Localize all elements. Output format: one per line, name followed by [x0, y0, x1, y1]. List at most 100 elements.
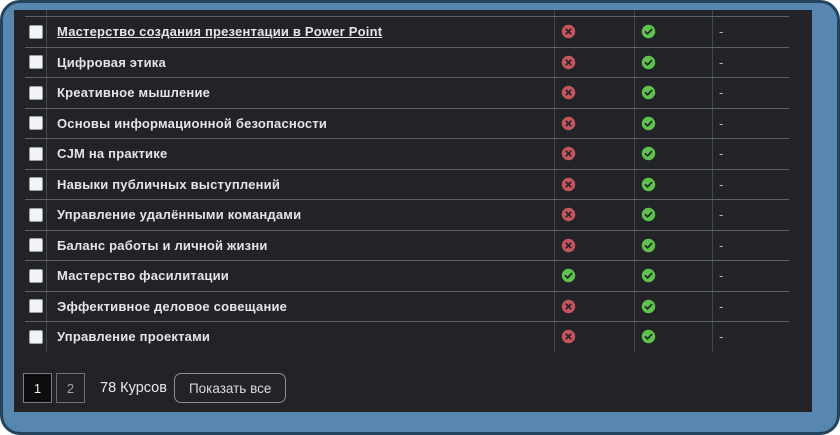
- table-row: Мастерство фасилитации -: [25, 260, 789, 291]
- course-title[interactable]: Баланс работы и личной жизни: [57, 238, 268, 253]
- course-title[interactable]: Мастерство фасилитации: [57, 268, 229, 283]
- cross-circle-icon: [561, 85, 576, 100]
- table-row: Цифровая этика -: [25, 47, 789, 78]
- course-name-cell: Мастерство создания презентации в Power …: [47, 17, 555, 47]
- check-circle-icon: [641, 268, 656, 283]
- status-cell-2: [635, 109, 713, 139]
- status-cell-2: [635, 139, 713, 169]
- check-circle-icon: [641, 146, 656, 161]
- status-cell-1: [555, 200, 635, 230]
- extra-cell: -: [713, 170, 789, 200]
- course-name-cell: CJM на практике: [47, 139, 555, 169]
- course-name-cell: [47, 10, 555, 16]
- checkbox-cell: [25, 170, 47, 200]
- status-cell-2: [635, 231, 713, 261]
- status-cell-2: [635, 261, 713, 291]
- row-checkbox[interactable]: [29, 269, 43, 283]
- extra-cell: -: [713, 292, 789, 322]
- cross-circle-icon: [561, 238, 576, 253]
- course-name-cell: Основы информационной безопасности: [47, 109, 555, 139]
- course-name-cell: Эффективное деловое совещание: [47, 292, 555, 322]
- row-checkbox[interactable]: [29, 86, 43, 100]
- course-name-cell: Креативное мышление: [47, 78, 555, 108]
- cross-circle-icon: [561, 116, 576, 131]
- row-checkbox[interactable]: [29, 299, 43, 313]
- course-name-cell: Цифровая этика: [47, 48, 555, 78]
- checkbox-cell: [25, 78, 47, 108]
- course-title-link[interactable]: Мастерство создания презентации в Power …: [57, 24, 382, 39]
- extra-cell: -: [713, 139, 789, 169]
- courses-table: Мастерство создания презентации в Power …: [25, 10, 789, 352]
- check-circle-icon: [561, 268, 576, 283]
- check-circle-icon: [641, 116, 656, 131]
- checkbox-cell: [25, 48, 47, 78]
- course-title[interactable]: Эффективное деловое совещание: [57, 299, 287, 314]
- status-cell-2: [635, 17, 713, 47]
- row-checkbox[interactable]: [29, 330, 43, 344]
- checkbox-cell: [25, 200, 47, 230]
- checkbox-cell: [25, 292, 47, 322]
- row-checkbox[interactable]: [29, 147, 43, 161]
- status-cell-1: [555, 292, 635, 322]
- page-button-1[interactable]: 1: [23, 373, 52, 403]
- pagination: 1 2 78 Курсов Показать все: [23, 373, 286, 403]
- cross-circle-icon: [561, 177, 576, 192]
- checkbox-cell: [25, 109, 47, 139]
- page-button-2[interactable]: 2: [56, 373, 85, 403]
- cross-circle-icon: [561, 207, 576, 222]
- cross-circle-icon: [561, 299, 576, 314]
- status-cell-1: [555, 231, 635, 261]
- course-title[interactable]: Основы информационной безопасности: [57, 116, 327, 131]
- check-circle-icon: [641, 207, 656, 222]
- course-title[interactable]: Креативное мышление: [57, 85, 210, 100]
- row-checkbox[interactable]: [29, 208, 43, 222]
- extra-cell: -: [713, 48, 789, 78]
- table-row: CJM на практике -: [25, 138, 789, 169]
- status-cell-2: [635, 200, 713, 230]
- cross-circle-icon: [561, 55, 576, 70]
- table-top-clip: [25, 10, 789, 16]
- row-checkbox[interactable]: [29, 55, 43, 69]
- extra-cell: -: [713, 17, 789, 47]
- cross-circle-icon: [561, 329, 576, 344]
- extra-cell: -: [713, 231, 789, 261]
- row-checkbox[interactable]: [29, 25, 43, 39]
- show-all-button[interactable]: Показать все: [174, 373, 286, 403]
- course-title[interactable]: Управление проектами: [57, 329, 210, 344]
- content-panel: Мастерство создания презентации в Power …: [14, 10, 812, 412]
- table-row: Мастерство создания презентации в Power …: [25, 16, 789, 47]
- row-checkbox[interactable]: [29, 116, 43, 130]
- status-cell-1: [555, 109, 635, 139]
- check-circle-icon: [641, 238, 656, 253]
- status-cell-2: [635, 170, 713, 200]
- course-name-cell: Навыки публичных выступлений: [47, 170, 555, 200]
- course-name-cell: Мастерство фасилитации: [47, 261, 555, 291]
- extra-cell: -: [713, 109, 789, 139]
- row-checkbox[interactable]: [29, 177, 43, 191]
- course-title[interactable]: Управление удалёнными командами: [57, 207, 301, 222]
- course-name-cell: Баланс работы и личной жизни: [47, 231, 555, 261]
- window-frame: Мастерство создания презентации в Power …: [0, 0, 840, 435]
- table-row: Навыки публичных выступлений -: [25, 169, 789, 200]
- check-circle-icon: [641, 24, 656, 39]
- course-title[interactable]: Навыки публичных выступлений: [57, 177, 280, 192]
- table-row: Основы информационной безопасности -: [25, 108, 789, 139]
- extra-cell: -: [713, 200, 789, 230]
- checkbox-cell: [25, 231, 47, 261]
- table-row: Креативное мышление -: [25, 77, 789, 108]
- course-title[interactable]: CJM на практике: [57, 146, 167, 161]
- cross-circle-icon: [561, 24, 576, 39]
- courses-table-rows: Мастерство создания презентации в Power …: [25, 16, 789, 352]
- status-cell-2: [635, 48, 713, 78]
- status-cell-2: [635, 78, 713, 108]
- checkbox-cell: [25, 139, 47, 169]
- status-cell-1: [555, 261, 635, 291]
- extra-cell: -: [713, 261, 789, 291]
- table-row: Управление проектами-: [25, 321, 789, 352]
- row-checkbox[interactable]: [29, 238, 43, 252]
- extra-cell: -: [713, 78, 789, 108]
- course-name-cell: Управление удалёнными командами: [47, 200, 555, 230]
- course-count-label: 78 Курсов: [100, 380, 167, 396]
- status-cell-1: [555, 170, 635, 200]
- course-title[interactable]: Цифровая этика: [57, 55, 166, 70]
